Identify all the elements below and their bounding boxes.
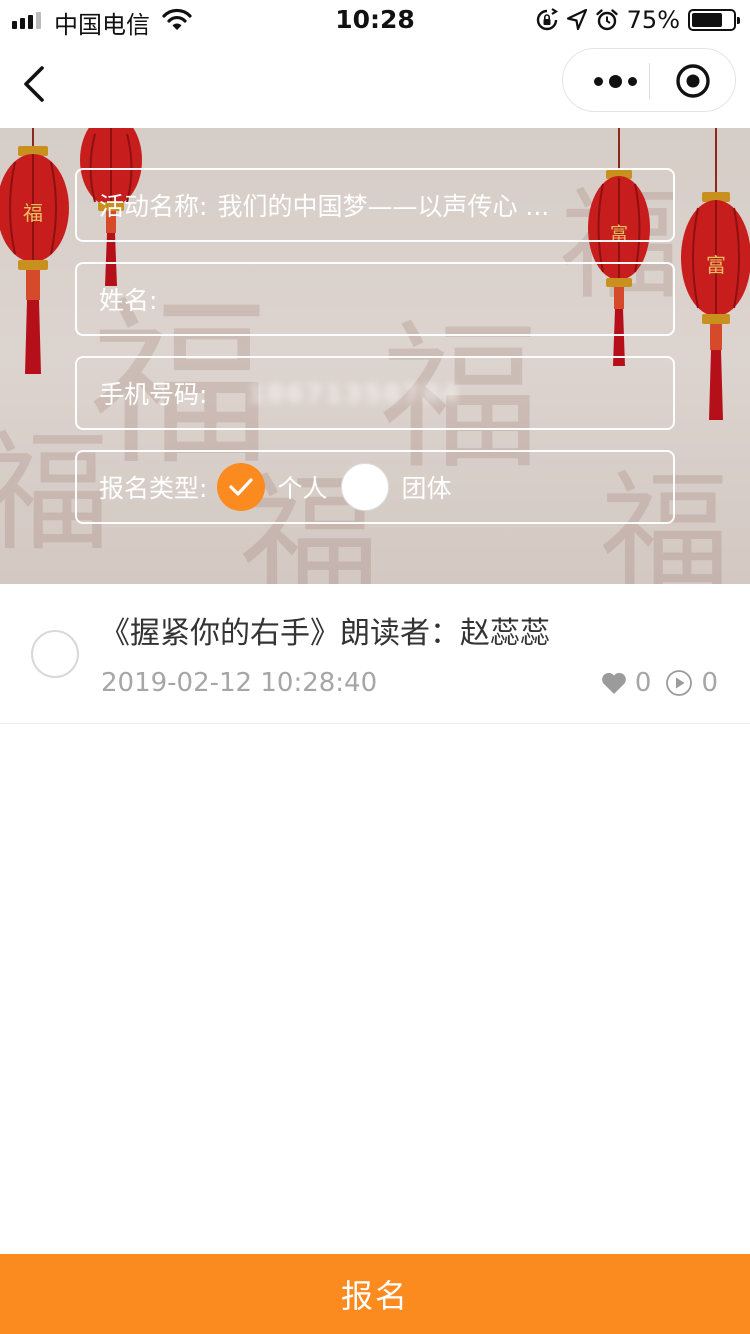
activity-name-value: 我们的中国梦——以声传心 ... — [217, 192, 550, 221]
name-label: 姓名: — [99, 286, 158, 315]
rotation-lock-icon — [536, 8, 558, 31]
radio-group-label[interactable]: 团体 — [401, 469, 451, 505]
select-circle-icon[interactable] — [31, 630, 79, 678]
signup-submit-button[interactable]: 报名 — [0, 1254, 750, 1334]
svg-text:富: 富 — [706, 253, 726, 277]
close-target-icon[interactable] — [675, 63, 711, 99]
play-count: 0 — [701, 668, 718, 698]
nav-bar — [0, 40, 750, 128]
svg-text:福: 福 — [23, 201, 43, 225]
battery-icon — [688, 9, 740, 31]
form-banner: 福 福 福 福 福 福 福 富 富 — [0, 128, 750, 584]
phone-field[interactable]: 手机号码: 18671358784 — [75, 356, 675, 430]
radio-group-unchecked-icon[interactable] — [341, 463, 390, 511]
activity-name-label: 活动名称: — [99, 192, 208, 221]
battery-percent: 75% — [626, 6, 680, 34]
signup-type-label: 报名类型: — [99, 474, 208, 503]
item-timestamp: 2019-02-12 10:28:40 — [101, 668, 378, 698]
like-count: 0 — [634, 668, 652, 698]
item-stats: 0 0 — [601, 668, 718, 698]
name-field[interactable]: 姓名: — [75, 262, 675, 336]
mini-program-capsule — [562, 48, 736, 112]
lantern-icon: 福 — [0, 128, 69, 374]
status-right-group: 75% — [535, 6, 740, 34]
status-bar: 中国电信 10:28 75% — [0, 0, 750, 40]
lantern-icon: 富 — [681, 128, 750, 420]
location-icon — [566, 9, 587, 31]
chevron-left-icon[interactable] — [14, 60, 58, 108]
more-icon[interactable] — [585, 63, 645, 99]
phone-input[interactable]: 18671358784 — [247, 379, 460, 408]
activity-name-field: 活动名称: 我们的中国梦——以声传心 ... — [75, 168, 675, 242]
heart-icon[interactable] — [601, 671, 627, 695]
play-icon[interactable] — [665, 669, 693, 697]
list-item[interactable]: 《握紧你的右手》朗读者：赵蕊蕊 2019-02-12 10:28:40 0 0 — [0, 584, 750, 724]
signup-type-field: 报名类型: 个人 团体 — [75, 450, 675, 524]
radio-individual-label[interactable]: 个人 — [277, 469, 327, 505]
phone-label: 手机号码: — [99, 380, 208, 409]
alarm-icon — [595, 9, 618, 31]
capsule-divider — [649, 63, 650, 99]
item-title: 《握紧你的右手》朗读者：赵蕊蕊 — [100, 616, 550, 651]
radio-individual-checked-icon[interactable] — [217, 463, 266, 511]
